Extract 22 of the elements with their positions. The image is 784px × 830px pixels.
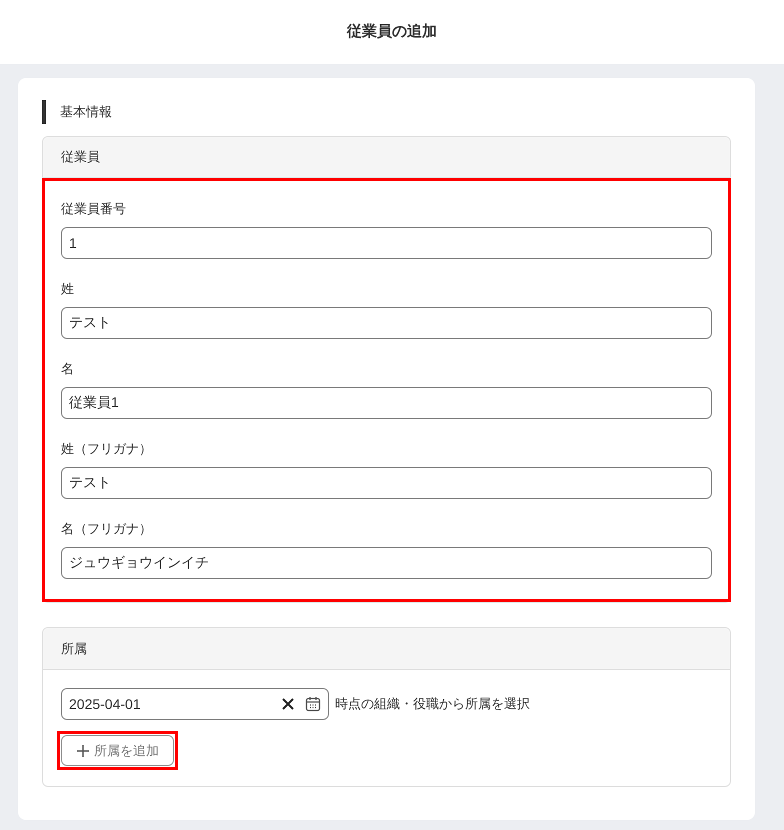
field-label: 姓（フリガナ） [61,440,153,458]
date-field[interactable]: 2025-04-01 [61,688,329,720]
text-field[interactable]: テスト [61,307,712,339]
plus-icon [76,744,90,758]
field-label: 名 [61,360,75,378]
panel-title: 従業員 [61,148,100,166]
calendar-icon[interactable] [305,696,321,712]
field-label: 名（フリガナ） [61,520,153,538]
panel-title: 所属 [61,640,87,658]
field-label: 姓 [61,280,75,298]
text-field[interactable]: 従業員1 [61,387,712,419]
date-input[interactable]: 2025-04-01 [69,694,271,714]
field-label: 従業員番号 [61,200,127,218]
add-affiliation-button[interactable]: 所属を追加 [61,735,174,766]
text-field[interactable]: ジュウギョウインイチ [61,547,712,579]
page-title: 従業員の追加 [347,22,437,42]
text-field[interactable]: 1 [61,227,712,259]
section-title: 基本情報 [60,103,112,122]
section-marker [42,100,46,124]
clear-icon[interactable] [281,697,295,711]
text-field[interactable]: テスト [61,467,712,499]
date-hint: 時点の組織・役職から所属を選択 [335,695,530,714]
